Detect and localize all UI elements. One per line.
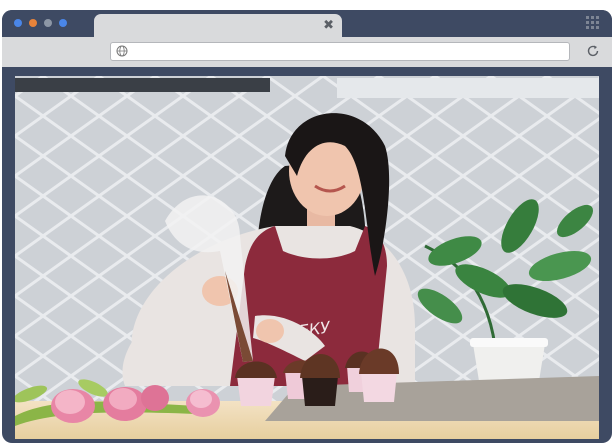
app-grid-icon[interactable] (586, 16, 600, 30)
shelf (15, 78, 270, 92)
page-viewport: ЛЕКУ (15, 76, 599, 439)
browser-tab[interactable]: ✖ (94, 14, 342, 38)
browser-window: ✖ ЛЕКУ (2, 10, 612, 443)
extra-dot[interactable] (59, 19, 67, 27)
title-bar: ✖ (2, 10, 612, 38)
minimize-dot[interactable] (29, 19, 37, 27)
hero-image: ЛЕКУ (15, 76, 599, 439)
tab-close-icon[interactable]: ✖ (323, 18, 334, 34)
close-dot[interactable] (14, 19, 22, 27)
toolbar (2, 37, 612, 67)
maximize-dot[interactable] (44, 19, 52, 27)
reload-icon[interactable] (586, 44, 600, 58)
address-bar[interactable] (110, 42, 570, 61)
upper-shelf (337, 78, 599, 98)
globe-icon (116, 45, 128, 57)
